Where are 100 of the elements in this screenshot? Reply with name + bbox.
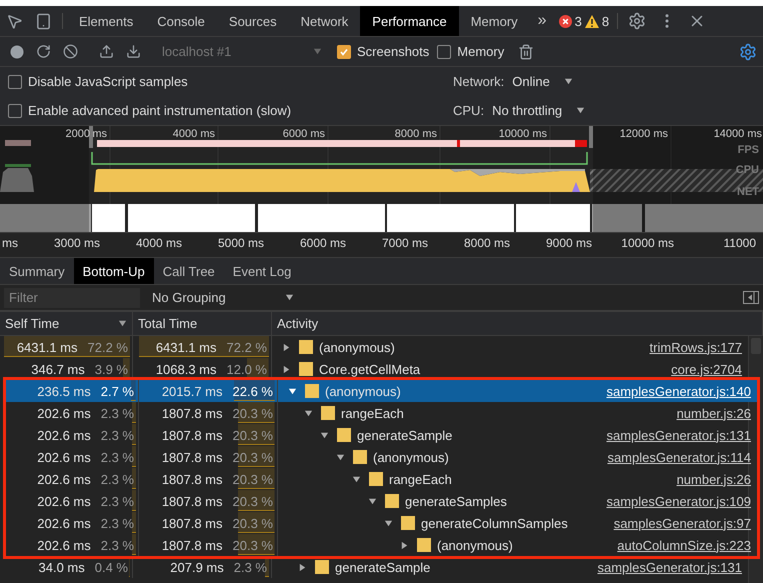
track-label: CPU [736, 164, 759, 176]
total-percent: 12.0 % [226, 362, 267, 376]
source-link[interactable]: samplesGenerator.js:140 [606, 384, 751, 398]
folder-square-icon [299, 340, 313, 354]
source-link[interactable]: samplesGenerator.js:131 [606, 428, 751, 442]
ruler-label: 12000 ms [620, 128, 668, 140]
checkbox[interactable] [437, 44, 452, 58]
source-link[interactable]: number.js:26 [676, 472, 751, 486]
expand-triangle-icon [320, 430, 329, 440]
detail-tab[interactable]: Summary [0, 258, 74, 284]
column-header[interactable]: Total Time [133, 312, 272, 335]
ruler-label: 8000 ms [464, 236, 510, 250]
panel-tab[interactable]: Sources [216, 6, 289, 36]
checkbox-label: Screenshots [357, 44, 430, 59]
ruler-label: 10000 ms [621, 236, 674, 250]
panel-tab[interactable]: Console [145, 6, 217, 36]
total-percent: 2.3 % [234, 560, 267, 574]
self-percent: 0.4 % [94, 560, 128, 574]
filter-field[interactable]: Filter [4, 288, 140, 308]
dropdown-caret-icon [576, 106, 586, 115]
detail-tab[interactable]: Event Log [224, 258, 300, 284]
setting-dropdown[interactable]: No throttling [492, 103, 586, 118]
source-link[interactable]: trimRows.js:177 [650, 340, 742, 354]
panel-tab[interactable]: Network [288, 6, 360, 36]
column-header[interactable]: Self Time [0, 312, 133, 335]
source-link[interactable]: number.js:26 [676, 406, 751, 420]
table-row[interactable]: 202.6 ms 2.3 % 1807.8 ms 20.3 % generateSamples samplesGenerator.js:109 [6, 490, 757, 512]
total-time: 1807.8 ms [162, 516, 223, 530]
ruler-label: 5000 ms [218, 236, 264, 250]
table-row[interactable]: 202.6 ms 2.3 % 1807.8 ms 20.3 % rangeEach number.js:26 [6, 402, 757, 424]
self-percent: 3.9 % [94, 362, 128, 376]
total-time: 1807.8 ms [162, 472, 223, 486]
activity-name: rangeEach [389, 472, 452, 486]
activity-name: Core.getCellMeta [319, 362, 420, 376]
self-percent: 2.3 % [100, 472, 134, 486]
activity-name: (anonymous) [437, 538, 513, 552]
setting-dropdown[interactable]: Online [512, 74, 573, 89]
ruler-label: 6000 ms [282, 128, 325, 140]
source-link[interactable]: autoColumnSize.js:223 [617, 538, 751, 552]
ruler-label: ms [2, 236, 18, 250]
table-row[interactable]: 236.5 ms 2.7 % 2015.7 ms 22.6 % (anonymous) samplesGenerator.js:140 [6, 380, 757, 402]
checkmark-icon [339, 46, 349, 56]
total-time: 207.9 ms [170, 560, 224, 574]
ruler-label: 3000 ms [54, 236, 100, 250]
self-time: 202.6 ms [37, 516, 91, 530]
total-percent: 20.3 % [232, 450, 273, 464]
folder-square-icon [385, 494, 399, 508]
more-tabs-button[interactable]: » [530, 6, 555, 36]
expand-triangle-icon [304, 408, 313, 418]
sidebar-toggle-icon[interactable] [743, 291, 759, 304]
folder-square-icon [369, 472, 383, 486]
ruler-label: 10000 ms [498, 128, 547, 140]
detail-tab[interactable]: Bottom-Up [74, 258, 154, 284]
ruler-label: 2000 [66, 128, 90, 140]
panel-tab[interactable]: Performance [360, 6, 459, 36]
checkbox[interactable] [8, 104, 22, 118]
table-row[interactable]: 34.0 ms 0.4 % 207.9 ms 2.3 % generateSample samplesGenerator.js:131 [0, 556, 748, 578]
self-time: 236.5 ms [37, 384, 91, 398]
table-row[interactable]: 202.6 ms 2.3 % 1807.8 ms 20.3 % (anonymous) autoColumnSize.js:223 [6, 534, 757, 556]
activity-name: generateSample [335, 560, 430, 574]
panel-tab[interactable]: Elements [67, 6, 146, 36]
folder-square-icon [321, 406, 335, 420]
source-link[interactable]: samplesGenerator.js:97 [614, 516, 751, 530]
self-time: 202.6 ms [37, 428, 91, 442]
panel-tab[interactable]: Memory [458, 6, 530, 36]
ruler-label: 8000 ms [394, 128, 437, 140]
total-time: 6431.1 ms [156, 340, 217, 354]
checkbox-label: Disable JavaScript samples [28, 74, 188, 89]
table-row[interactable]: 202.6 ms 2.3 % 1807.8 ms 20.3 % generateColumnSamples samplesGenerator.js:97 [6, 512, 757, 534]
table-row[interactable]: 6431.1 ms 72.2 % 6431.1 ms 72.2 % (anonymous) trimRows.js:177 [0, 336, 748, 358]
activity-name: generateSample [357, 428, 452, 442]
folder-square-icon [417, 538, 431, 552]
grouping-dropdown[interactable]: No Grouping [148, 290, 298, 305]
ruler-label: 6000 ms [300, 236, 346, 250]
table-row[interactable]: 202.6 ms 2.3 % 1807.8 ms 20.3 % rangeEach number.js:26 [6, 468, 757, 490]
ruler-label: 11000 [724, 236, 756, 250]
table-row[interactable]: 202.6 ms 2.3 % 1807.8 ms 20.3 % generateSample samplesGenerator.js:131 [6, 424, 757, 446]
expand-triangle-icon [400, 540, 409, 550]
source-link[interactable]: samplesGenerator.js:114 [607, 450, 751, 464]
source-link[interactable]: samplesGenerator.js:131 [597, 560, 742, 574]
self-time: 34.0 ms [38, 560, 85, 574]
source-link[interactable]: core.js:2704 [671, 362, 742, 376]
source-link[interactable]: samplesGenerator.js:109 [606, 494, 751, 508]
table-row[interactable]: 346.7 ms 3.9 % 1068.3 ms 12.0 % Core.getCellMeta core.js:2704 [0, 358, 748, 380]
expand-triangle-icon [282, 364, 291, 374]
checkbox[interactable] [8, 74, 22, 88]
warning-count: 8 [602, 14, 610, 28]
total-time: 1807.8 ms [162, 406, 223, 420]
total-percent: 22.6 % [232, 384, 273, 398]
folder-square-icon [401, 516, 415, 530]
self-percent: 2.3 % [100, 450, 134, 464]
checkbox[interactable] [337, 44, 351, 58]
self-time: 202.6 ms [37, 450, 91, 464]
self-time: 346.7 ms [31, 362, 85, 376]
detail-tab[interactable]: Call Tree [154, 258, 224, 284]
self-percent: 72.2 % [88, 340, 128, 354]
dropdown-caret-icon [564, 77, 573, 86]
column-header[interactable]: Activity [272, 312, 763, 335]
table-row[interactable]: 202.6 ms 2.3 % 1807.8 ms 20.3 % (anonymous) samplesGenerator.js:114 [6, 446, 757, 468]
self-percent: 2.3 % [100, 406, 134, 420]
